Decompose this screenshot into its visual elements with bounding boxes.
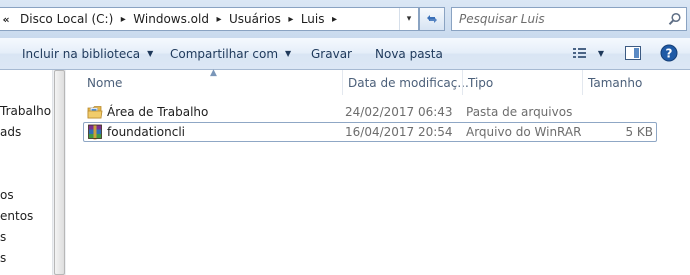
column-header-type[interactable]: Tipo: [462, 70, 582, 95]
breadcrumb-separator-icon[interactable]: ▸: [117, 14, 129, 25]
navigation-scrollbar[interactable]: [52, 70, 66, 275]
file-row-focused[interactable]: foundationcli 16/04/2017 20:54 Arquivo d…: [83, 122, 657, 142]
preview-pane-button[interactable]: [624, 43, 642, 63]
history-back-chevron-icon[interactable]: «: [0, 13, 12, 26]
include-in-library-button[interactable]: Incluir na biblioteca ▼: [22, 38, 153, 69]
help-button[interactable]: ?: [660, 43, 678, 63]
burn-label: Gravar: [311, 46, 352, 61]
burn-button[interactable]: Gravar: [311, 38, 352, 69]
preview-pane-icon: [625, 46, 641, 60]
nav-item-documentos[interactable]: os: [0, 188, 14, 202]
file-name: Área de Trabalho: [107, 105, 209, 119]
search-box[interactable]: [451, 7, 687, 31]
search-input[interactable]: [459, 12, 659, 26]
nav-item-documentos-sub[interactable]: entos: [0, 209, 33, 223]
new-folder-button[interactable]: Nova pasta: [375, 38, 443, 69]
file-name-cell: Área de Trabalho: [87, 102, 208, 122]
breadcrumb-disco-local[interactable]: Disco Local (C:): [16, 12, 117, 26]
folder-icon: [87, 105, 103, 120]
search-icon[interactable]: [668, 12, 682, 26]
breadcrumb-separator-icon[interactable]: ▸: [213, 14, 225, 25]
column-header-name[interactable]: Nome: [81, 70, 342, 95]
nav-item-musicas[interactable]: s: [0, 251, 6, 265]
new-folder-label: Nova pasta: [375, 46, 443, 61]
change-view-button[interactable]: ▼: [568, 43, 608, 63]
nav-item-downloads[interactable]: ads: [0, 125, 21, 139]
view-dropdown-chevron-icon[interactable]: ▼: [598, 49, 604, 58]
file-type: Arquivo do WinRAR: [466, 125, 582, 139]
chevron-down-icon: ▼: [147, 49, 154, 58]
file-date: 24/02/2017 06:43: [345, 105, 453, 119]
refresh-button[interactable]: [419, 7, 445, 31]
address-bar-row: « Disco Local (C:) ▸ Windows.old ▸ Usuár…: [0, 0, 690, 38]
breadcrumb-luis[interactable]: Luis: [297, 12, 329, 26]
column-header-size[interactable]: Tamanho: [582, 70, 662, 95]
file-type: Pasta de arquivos: [466, 105, 573, 119]
share-with-button[interactable]: Compartilhar com ▼: [170, 38, 291, 69]
scrollbar-thumb[interactable]: [54, 70, 65, 275]
breadcrumb-windows-old[interactable]: Windows.old: [129, 12, 213, 26]
include-in-library-label: Incluir na biblioteca: [22, 46, 141, 61]
help-icon: ?: [660, 44, 678, 62]
file-row[interactable]: Área de Trabalho 24/02/2017 06:43 Pasta …: [83, 102, 657, 122]
command-bar: Incluir na biblioteca ▼ Compartilhar com…: [0, 38, 690, 70]
winrar-archive-icon: [87, 124, 103, 140]
column-header-date-modified[interactable]: Data de modificaç...: [342, 70, 469, 95]
address-history-dropdown-button[interactable]: ▾: [399, 8, 418, 30]
breadcrumb-separator-icon[interactable]: ▸: [285, 14, 297, 25]
nav-item-imagens[interactable]: s: [0, 230, 6, 244]
chevron-down-icon: ▼: [285, 49, 292, 58]
breadcrumb-usuarios[interactable]: Usuários: [225, 12, 285, 26]
share-with-label: Compartilhar com: [170, 46, 279, 61]
file-list: ▲ Nome Data de modificaç... Tipo Tamanho…: [67, 68, 690, 275]
svg-text:?: ?: [666, 47, 673, 61]
file-size: 5 KB: [625, 125, 653, 139]
address-bar[interactable]: « Disco Local (C:) ▸ Windows.old ▸ Usuár…: [0, 7, 419, 31]
nav-item-area-de-trabalho[interactable]: Trabalho: [0, 104, 51, 118]
breadcrumb-separator-icon[interactable]: ▸: [329, 14, 341, 25]
file-name: foundationcli: [107, 125, 185, 139]
view-options-icon: [572, 48, 586, 58]
file-date: 16/04/2017 20:54: [345, 125, 453, 139]
refresh-icon: [427, 15, 437, 23]
file-name-cell: foundationcli: [87, 122, 185, 142]
